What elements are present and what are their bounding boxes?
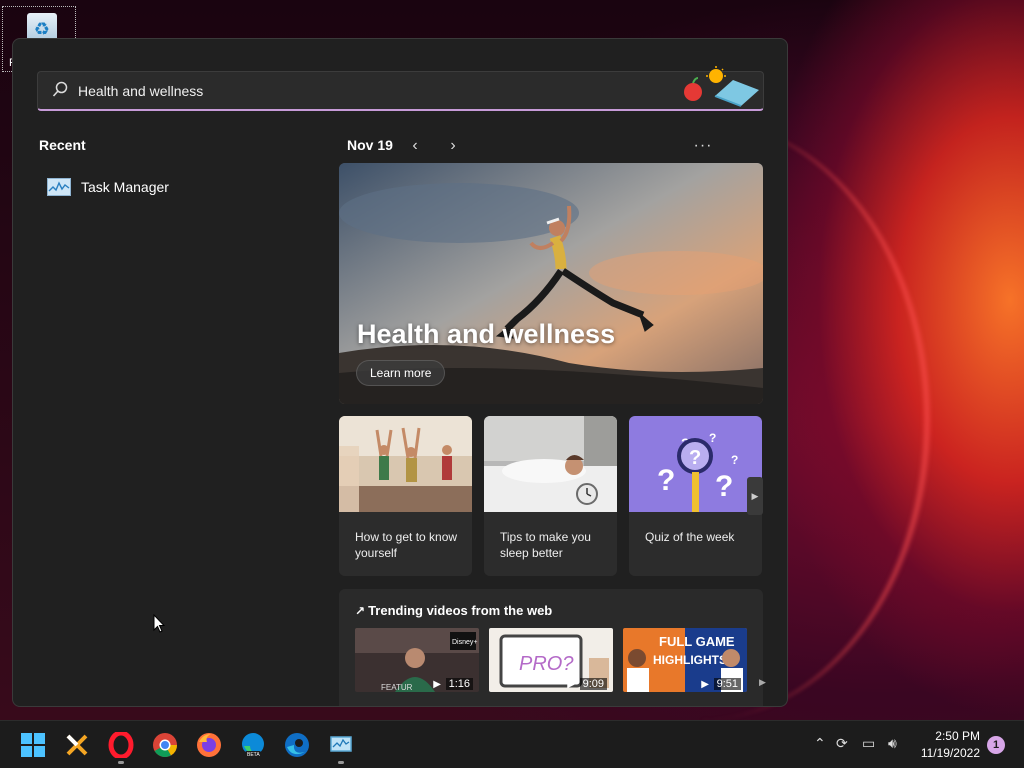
svg-text:HIGHLIGHTS: HIGHLIGHTS <box>653 653 727 667</box>
trending-video-2[interactable]: PRO? ▶ 9:09 <box>489 628 613 692</box>
trending-video-1[interactable]: Disney+ FEATUR ▶ 1:16 <box>355 628 479 692</box>
feed-date: Nov 19 <box>347 137 393 153</box>
x-app-icon[interactable] <box>64 732 90 758</box>
card-know-yourself[interactable]: How to get to know yourself <box>339 416 472 576</box>
hero-banner[interactable]: Health and wellness Learn more <box>339 163 763 404</box>
chevron-up-icon[interactable]: ⌃ <box>814 735 826 752</box>
trending-arrow-icon: ↗ <box>355 604 366 618</box>
sync-icon[interactable]: ⟳ <box>836 735 848 752</box>
video-duration: 9:51 <box>713 678 741 690</box>
svg-text:PRO?: PRO? <box>519 653 574 675</box>
chevron-left-icon[interactable]: ‹ <box>405 135 425 157</box>
clock-date[interactable]: 11/19/2022 <box>914 746 980 760</box>
play-icon: ▶ <box>433 679 441 690</box>
search-panel: Recent Task Manager Nov 19 ‹ › ··· <box>12 38 788 707</box>
taskbar: BETA ⌃ ⟳ ▭ 🔊︎ 2:50 PM 11/19/2022 1 <box>0 720 1024 768</box>
recent-item-task-manager[interactable]: Task Manager <box>47 175 169 199</box>
edge-icon[interactable] <box>284 732 310 758</box>
mouse-cursor-icon <box>153 614 165 633</box>
svg-text:?: ? <box>715 470 733 503</box>
play-icon: ▶ <box>701 679 709 690</box>
svg-text:FEATUR: FEATUR <box>381 683 413 692</box>
svg-text:?: ? <box>709 431 716 445</box>
svg-text:?: ? <box>689 447 701 469</box>
volume-icon[interactable]: 🔊︎ <box>888 735 897 752</box>
search-input[interactable] <box>78 78 678 104</box>
opera-icon[interactable] <box>108 732 134 758</box>
svg-text:?: ? <box>657 464 675 497</box>
card-label: Tips to make you sleep better <box>500 530 591 560</box>
chrome-icon[interactable] <box>152 732 178 758</box>
task-manager-icon <box>47 178 71 196</box>
hero-title: Health and wellness <box>357 319 616 349</box>
sleeping-person-image <box>484 416 617 512</box>
search-icon <box>52 81 68 97</box>
more-icon[interactable]: ··· <box>693 135 713 157</box>
network-icon[interactable]: ▭ <box>862 735 875 752</box>
opera-running-indicator <box>118 761 124 764</box>
card-sleep-better[interactable]: Tips to make you sleep better <box>484 416 617 576</box>
recent-heading: Recent <box>39 137 86 153</box>
trending-title: ↗ Trending videos from the web <box>355 603 553 618</box>
task-manager-icon[interactable] <box>328 732 354 758</box>
learn-more-button[interactable]: Learn more <box>356 360 446 386</box>
card-label: How to get to know yourself <box>355 530 458 560</box>
feed-date-row: Nov 19 ‹ › ··· <box>347 135 765 157</box>
edge-beta-icon[interactable]: BETA <box>240 732 266 758</box>
trending-videos-section: ↗ Trending videos from the web Disney+ FE… <box>339 589 766 706</box>
trending-video-3[interactable]: FULL GAME HIGHLIGHTS ▶ 9:51 <box>623 628 747 692</box>
chevron-right-icon[interactable]: › <box>443 135 463 157</box>
notification-badge[interactable]: 1 <box>987 736 1005 754</box>
videos-scroll-right-icon[interactable]: ▶ <box>759 677 766 688</box>
recent-item-label: Task Manager <box>81 179 169 195</box>
quiz-question-marks-image: ? ? ? ? ? ? <box>629 416 762 512</box>
video-duration: 1:16 <box>445 678 473 690</box>
firefox-icon[interactable] <box>196 732 222 758</box>
cards-scroll-right-icon[interactable]: ▶ <box>747 477 763 515</box>
svg-text:FULL GAME: FULL GAME <box>659 634 735 649</box>
video-duration: 9:09 <box>579 678 607 690</box>
yoga-class-image <box>339 416 472 512</box>
card-quiz-of-the-week[interactable]: ? ? ? ? ? ? Quiz of the week <box>629 416 762 576</box>
play-icon: ▶ <box>567 679 575 690</box>
svg-text:BETA: BETA <box>247 752 260 758</box>
apple-sun-yoga-mat-icon <box>684 66 759 107</box>
search-box[interactable] <box>37 66 764 111</box>
task-manager-running-indicator <box>338 761 344 764</box>
clock-time[interactable]: 2:50 PM <box>918 729 980 743</box>
card-label: Quiz of the week <box>645 530 735 544</box>
svg-text:?: ? <box>731 453 738 467</box>
svg-text:Disney+: Disney+ <box>452 639 477 646</box>
windows-start-icon[interactable] <box>20 732 46 758</box>
